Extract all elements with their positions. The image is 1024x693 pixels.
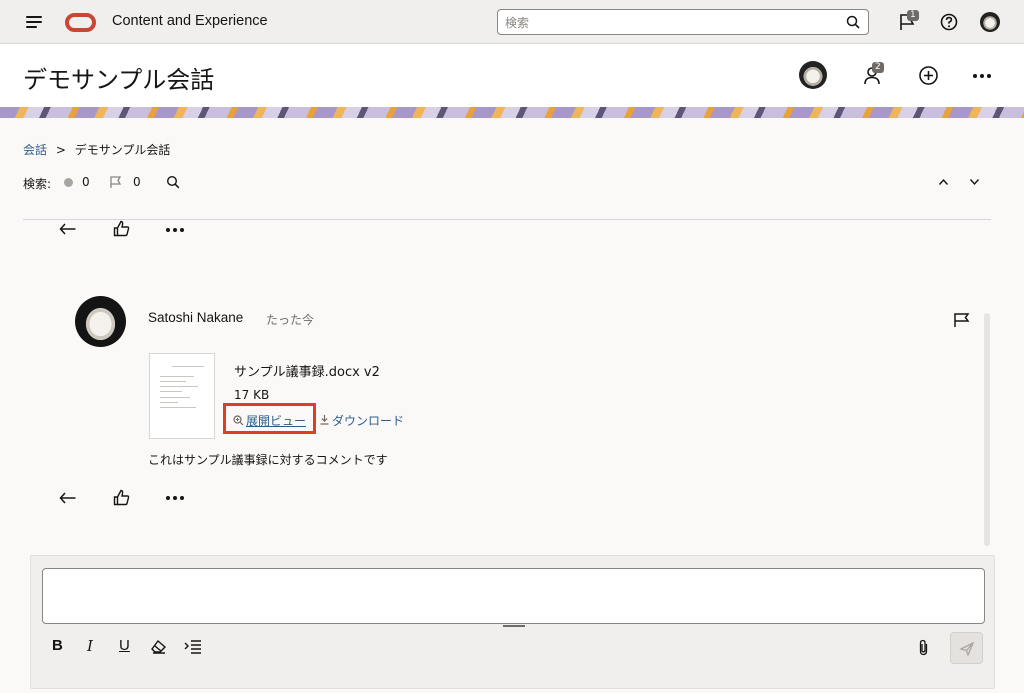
message-input[interactable] (42, 568, 985, 624)
unread-dot-icon[interactable] (64, 178, 73, 187)
download-label[interactable]: ダウンロード (332, 414, 404, 428)
attachment-name[interactable]: サンプル議事録.docx v2 (234, 361, 380, 380)
flag-message-icon[interactable] (953, 312, 970, 328)
send-button[interactable] (950, 632, 983, 664)
attach-icon[interactable] (917, 639, 930, 656)
resize-handle[interactable] (503, 625, 525, 627)
message-composer: B I U (30, 555, 995, 689)
breadcrumb-root-link[interactable]: 会話 (23, 143, 47, 157)
participant-avatar[interactable] (799, 61, 827, 89)
hamburger-menu-icon[interactable] (26, 14, 44, 30)
bold-button[interactable]: B (52, 637, 63, 659)
author-name[interactable]: Satoshi Nakane (148, 310, 243, 325)
help-icon[interactable] (939, 12, 959, 32)
attachment-size: 17 KB (234, 388, 270, 402)
filter-label: 検索: (23, 177, 52, 191)
like-icon[interactable] (113, 220, 130, 237)
divider (23, 219, 991, 220)
send-icon (959, 641, 975, 657)
search-input[interactable] (505, 14, 835, 31)
document-thumbnail[interactable] (149, 353, 215, 439)
page-title: デモサンプル会話 (23, 66, 215, 94)
breadcrumb: 会話 > デモサンプル会話 (23, 141, 170, 158)
reply-icon[interactable] (59, 491, 77, 505)
indent-icon[interactable] (184, 639, 202, 654)
top-bar: Content and Experience 1 (0, 0, 1024, 44)
flag-filter-icon[interactable] (109, 175, 122, 189)
reply-icon[interactable] (59, 222, 77, 236)
chevron-down-icon[interactable] (969, 178, 980, 186)
breadcrumb-separator: > (55, 143, 66, 157)
member-count-badge: 2 (872, 62, 884, 73)
user-avatar[interactable] (980, 12, 1000, 32)
download-icon (320, 415, 329, 425)
breadcrumb-current: デモサンプル会話 (74, 143, 171, 157)
more-actions-icon[interactable] (165, 495, 185, 501)
flag-count: 0 (133, 175, 141, 189)
search-icon[interactable] (846, 15, 860, 29)
add-circle-icon[interactable] (918, 65, 939, 86)
scrollbar[interactable] (984, 313, 990, 546)
more-actions-icon[interactable] (165, 227, 185, 233)
global-search (497, 9, 869, 35)
eraser-icon[interactable] (150, 639, 167, 654)
like-icon[interactable] (113, 489, 130, 506)
download-link[interactable]: ダウンロード (319, 412, 404, 429)
message-comment: これはサンプル議事録に対するコメントです (148, 453, 388, 467)
underline-button[interactable]: U (119, 637, 130, 659)
expand-view-label[interactable]: 展開ビュー (246, 414, 306, 428)
message-filter-bar: 検索: 0 0 (23, 174, 983, 194)
italic-button[interactable]: I (87, 637, 93, 659)
unread-count: 0 (82, 175, 90, 189)
oracle-logo (65, 13, 96, 32)
filter-search-icon[interactable] (166, 175, 180, 189)
more-options-icon[interactable] (972, 73, 992, 79)
message-timestamp: たった今 (266, 313, 315, 327)
chevron-up-icon[interactable] (938, 178, 949, 186)
zoom-in-icon (233, 415, 244, 426)
author-avatar[interactable] (75, 296, 126, 347)
expand-view-link[interactable]: 展開ビュー (233, 412, 306, 429)
notification-badge: 1 (907, 10, 919, 21)
app-title: Content and Experience (112, 13, 268, 29)
conversation-header: デモサンプル会話 2 (0, 44, 1024, 107)
decorative-banner (0, 107, 1024, 118)
